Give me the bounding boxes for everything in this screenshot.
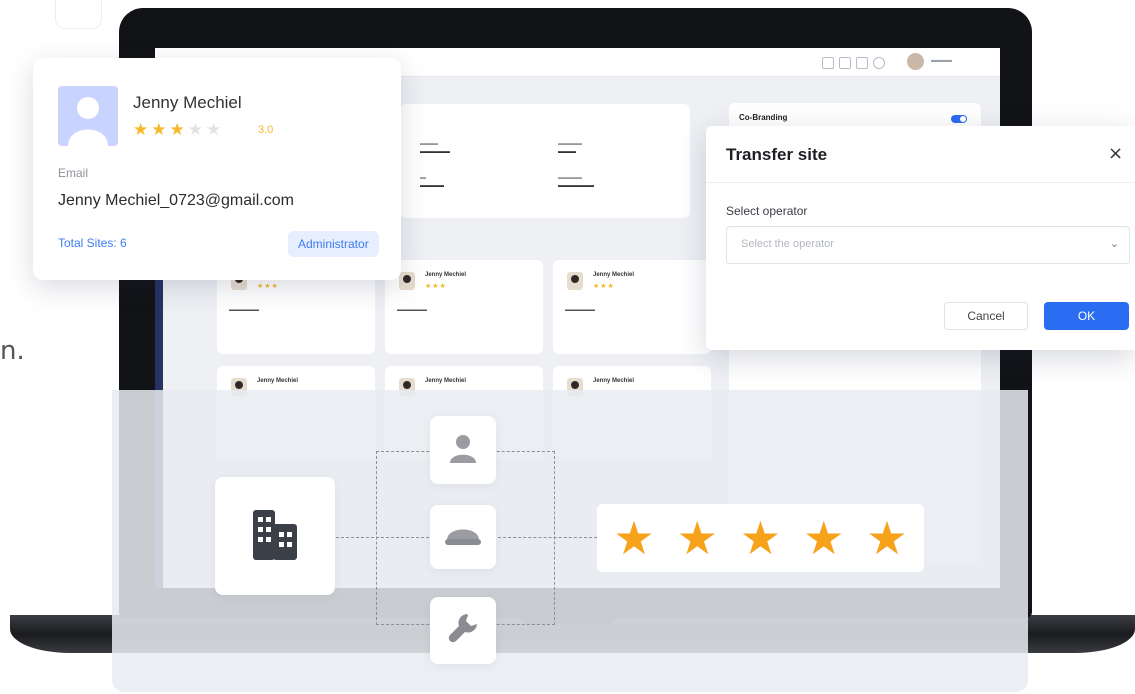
notification-icon[interactable] [822,57,834,69]
settings-icon[interactable] [873,57,885,69]
star-icon: ★ [739,511,782,565]
info-field-address: ▬▬▬▬ ▬▬▬▬▬▬ [558,175,594,189]
star-empty-icon: ★ [187,120,206,140]
cancel-button[interactable]: Cancel [944,302,1028,330]
modal-divider [706,182,1135,183]
user-card-name: Jenny Mechiel [593,272,635,278]
agent-info-card: ▬▬▬ ▬▬▬▬▬ ▬▬▬▬ ▬▬▬ ▬ ▬▬▬▬ ▬▬▬▬ ▬▬▬▬▬▬ [400,104,690,218]
user-avatar-icon [68,97,108,146]
transfer-site-modal: Transfer site × Select operator Select t… [706,126,1135,350]
user-card-name: Jenny Mechiel [257,378,299,384]
avatar [567,272,583,290]
building-icon [243,502,307,571]
star-icon: ★ [151,120,170,140]
edge-text-fragment: n. [0,336,25,366]
chevron-down-icon: ⌄ [1109,237,1119,250]
total-sites-link[interactable]: Total Sites: 6 [58,236,127,250]
co-branding-toggle[interactable] [951,115,967,123]
dashed-connector-right [498,537,597,538]
star-icon: ★ [169,120,188,140]
user-card-email: ▬▬▬▬▬▬ [229,307,259,313]
wrench-icon [445,610,481,651]
email-value: Jenny Mechiel_0723@gmail.com [58,192,294,209]
dashed-connector-left [336,537,434,538]
wrench-tile [430,597,496,664]
decorative-corner [55,0,102,29]
co-branding-title: Co-Branding [739,113,788,122]
avatar [58,86,118,146]
user-card-name: Jenny Mechiel [425,272,467,278]
user-name-placeholder: ▬▬▬ [931,57,952,64]
avatar [399,272,415,290]
rating-stars: ★★★ [257,283,279,290]
user-card[interactable]: Jenny Mechiel ★★★ ▬▬▬▬▬▬ [553,260,711,354]
user-icon [445,430,481,471]
close-icon[interactable]: × [1108,143,1123,164]
profile-rating-value: 3.0 [258,124,274,136]
user-tile [430,416,496,484]
five-star-rating: ★ ★ ★ ★ ★ [597,504,924,572]
info-field-code: ▬▬▬▬ ▬▬▬ [558,141,582,155]
rating-stars: ★★★ [425,283,447,290]
user-avatar[interactable] [907,53,924,70]
role-badge: Administrator [288,231,379,257]
user-profile-card: Jenny Mechiel ★★★★★ 3.0 Email Jenny Mech… [33,58,401,280]
helmet-tile [430,505,496,569]
star-icon: ★ [133,120,152,140]
star-icon: ★ [676,511,718,565]
modal-title: Transfer site [726,145,828,164]
star-empty-icon: ★ [206,120,225,140]
user-card-email: ▬▬▬▬▬▬ [397,307,427,313]
info-field-email: ▬▬▬ ▬▬▬▬▬ [420,141,450,155]
profile-rating-stars: ★★★★★ [133,120,224,140]
user-card-email: ▬▬▬▬▬▬ [565,307,595,313]
helmet-icon [443,518,483,557]
rating-stars: ★★★ [593,283,615,290]
profile-name: Jenny Mechiel [133,93,242,112]
user-card[interactable]: Jenny Mechiel ★★★ ▬▬▬▬▬▬ [385,260,543,354]
select-operator-label: Select operator [726,204,808,218]
operator-select-placeholder: Select the operator [741,238,834,250]
star-icon: ★ [866,511,908,565]
ok-button[interactable]: OK [1044,302,1129,330]
grid-icon[interactable] [839,57,851,69]
building-tile [215,477,335,595]
email-label: Email [58,166,89,180]
star-icon: ★ [803,511,845,565]
operator-select[interactable]: Select the operator ⌄ [726,226,1130,264]
star-icon: ★ [613,511,655,565]
user-card-name: Jenny Mechiel [425,378,467,384]
user-card-name: Jenny Mechiel [593,378,635,384]
info-field-tel: ▬ ▬▬▬▬ [420,175,444,189]
mail-icon[interactable] [856,57,868,69]
